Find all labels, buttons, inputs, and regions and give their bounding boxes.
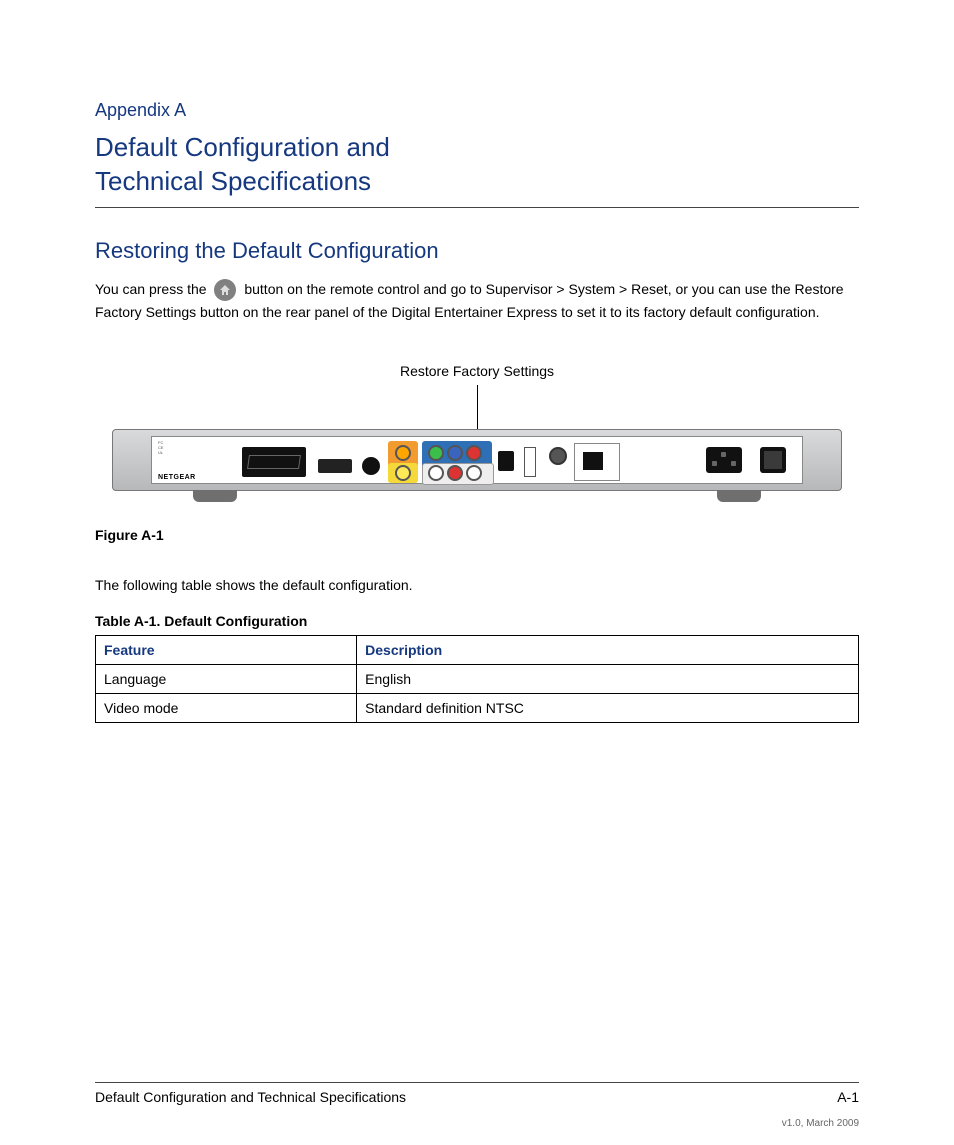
table-cell: Language (96, 665, 357, 694)
default-config-table: Feature Description Language English Vid… (95, 635, 859, 723)
table-cell: English (357, 665, 859, 694)
device-rear-panel-illustration: FCCEUL NETGEAR (112, 429, 842, 491)
appendix-label: Appendix A (95, 100, 859, 121)
scart-port-icon (242, 447, 306, 477)
device-foot-icon (717, 490, 761, 502)
table-cell: Video mode (96, 694, 357, 723)
appendix-title: Default Configuration and Technical Spec… (95, 131, 859, 199)
table-row: Language English (96, 665, 859, 694)
page-number: A-1 (837, 1089, 859, 1105)
power-switch-icon (760, 447, 786, 473)
compliance-badges: FCCEUL (158, 441, 164, 455)
home-icon (214, 279, 236, 301)
table-cell: Standard definition NTSC (357, 694, 859, 723)
page-footer: Default Configuration and Technical Spec… (95, 1074, 859, 1105)
footer-title: Default Configuration and Technical Spec… (95, 1089, 406, 1105)
brand-label: NETGEAR (158, 474, 196, 481)
para-text-pre: You can press the (95, 281, 210, 297)
figure-callout-line (477, 385, 478, 429)
table-header-cell: Description (357, 636, 859, 665)
optical-port-icon (498, 451, 514, 471)
section-paragraph: You can press the button on the remote c… (95, 278, 859, 324)
figure-callout-label: Restore Factory Settings (400, 363, 554, 379)
appendix-title-line2: Technical Specifications (95, 166, 371, 196)
appendix-title-line1: Default Configuration and (95, 132, 390, 162)
usb-port-icon (524, 447, 536, 477)
title-rule (95, 207, 859, 208)
table-header-cell: Feature (96, 636, 357, 665)
footer-version: v1.0, March 2009 (782, 1118, 859, 1129)
table-header-row: Feature Description (96, 636, 859, 665)
table-caption: Table A-1. Default Configuration (95, 613, 859, 629)
hdmi-port-icon (318, 459, 352, 473)
power-inlet-icon (706, 447, 742, 473)
section-heading: Restoring the Default Configuration (95, 238, 859, 264)
table-row: Video mode Standard definition NTSC (96, 694, 859, 723)
footer-rule (95, 1082, 859, 1083)
device-foot-icon (193, 490, 237, 502)
reset-button-icon (549, 447, 567, 465)
ethernet-port-icon (574, 443, 620, 481)
table-intro-text: The following table shows the default co… (95, 577, 859, 593)
figure-caption: Figure A-1 (95, 527, 859, 543)
s-video-port-icon (362, 457, 380, 475)
